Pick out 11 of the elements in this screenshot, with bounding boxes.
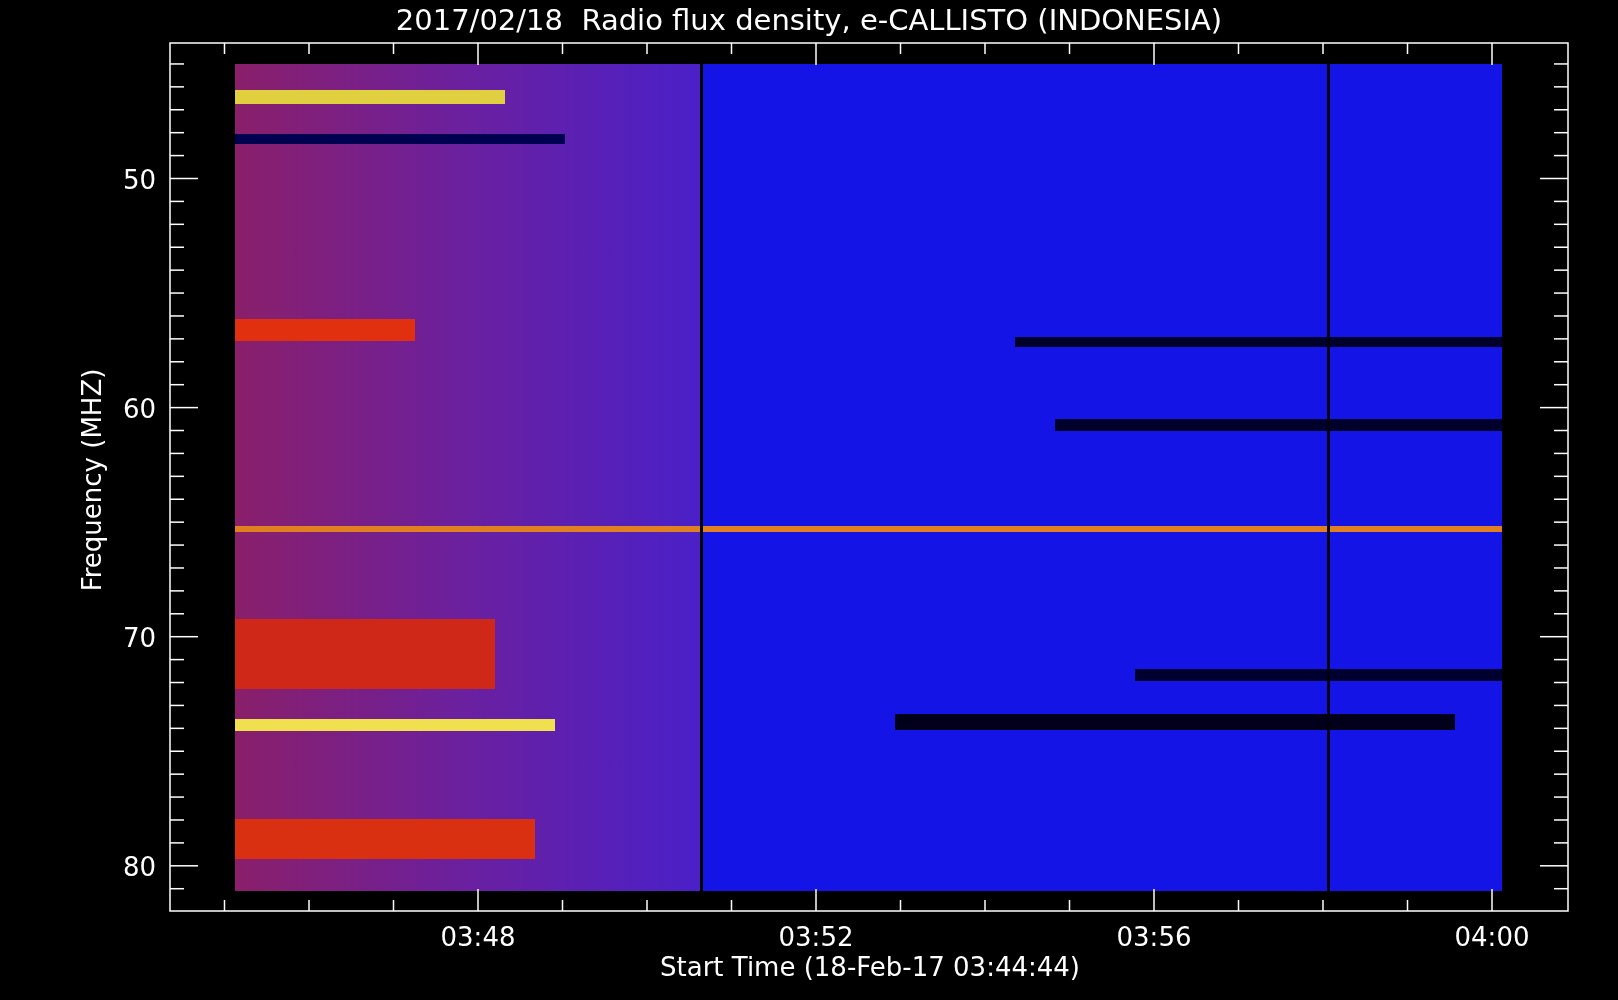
y-tick-label: 80 — [122, 851, 156, 882]
chart-title: 2017/02/18 Radio flux density, e-CALLISTO (INDONESIA) — [395, 5, 1223, 35]
y-tick-label: 60 — [122, 393, 156, 424]
x-tick-label: 03:56 — [1116, 922, 1192, 952]
x-tick-label: 03:52 — [778, 922, 854, 952]
y-tick-label: 50 — [122, 164, 156, 195]
y-axis-label: Frequency (MHZ) — [77, 368, 107, 592]
y-tick-label: 70 — [122, 622, 156, 653]
x-tick-label: 04:00 — [1454, 922, 1530, 952]
x-axis-label: Start Time (18-Feb-17 03:44:44) — [660, 952, 1080, 982]
x-tick-label: 03:48 — [440, 922, 516, 952]
